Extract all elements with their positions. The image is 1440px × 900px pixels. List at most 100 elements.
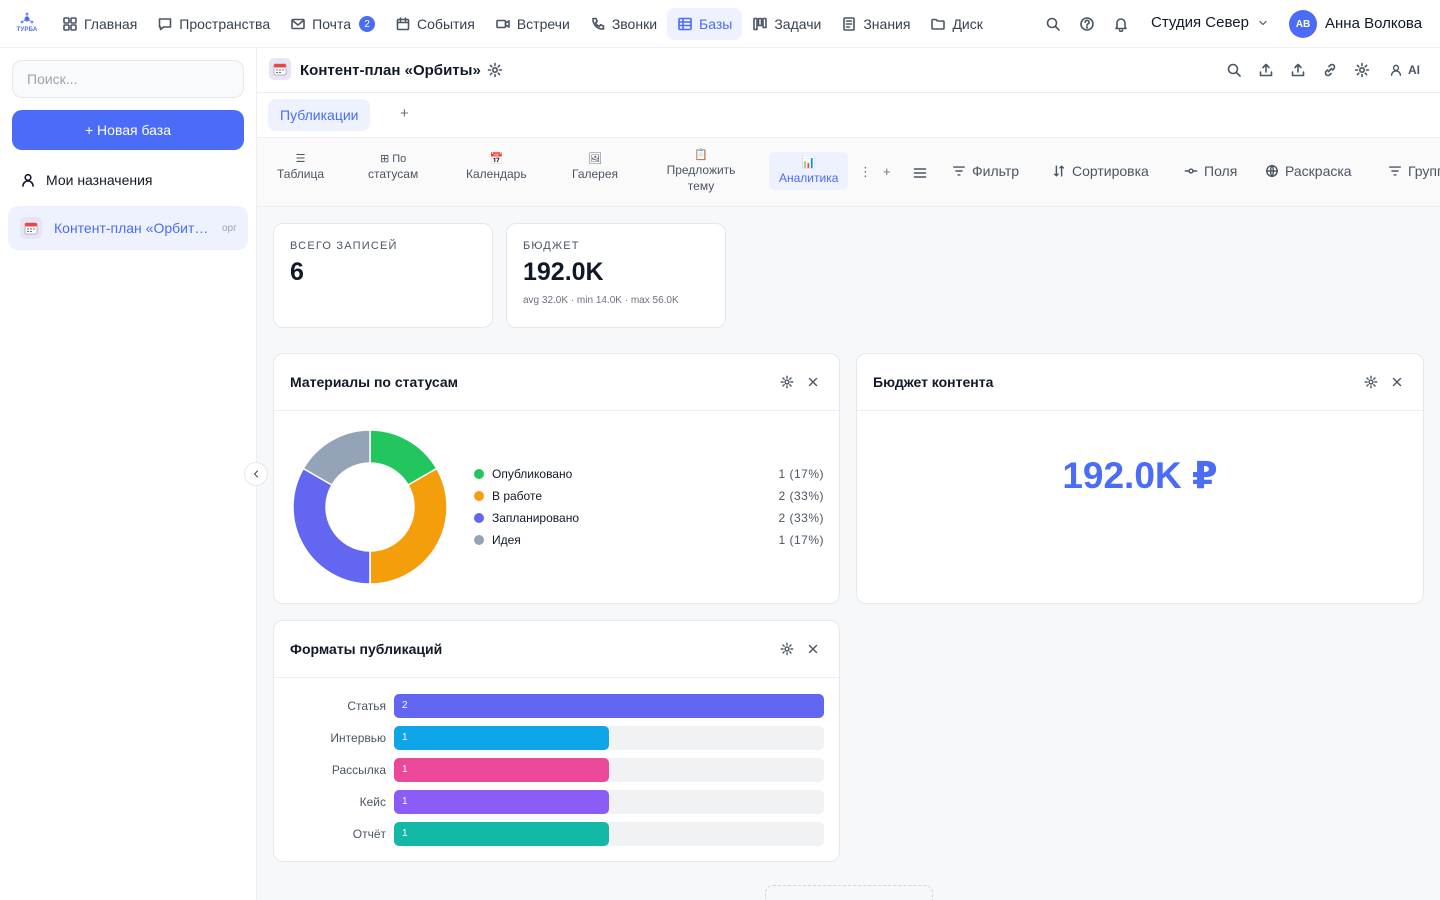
more-views-button[interactable]: ⋮ [859, 164, 872, 180]
new-base-button[interactable]: + Новая база [12, 110, 244, 150]
gear-icon[interactable] [780, 375, 794, 389]
bar-value-label: 1 [402, 828, 408, 839]
gear-icon[interactable] [487, 62, 503, 78]
view-gallery[interactable]: 🖼 Галерея [572, 152, 618, 182]
add-view-button[interactable]: + [883, 164, 891, 179]
page-title: Контент-план «Орбиты» [300, 62, 481, 79]
legend-item: Запланировано 2 (33%) [474, 507, 824, 529]
gear-icon[interactable] [780, 642, 794, 656]
help-icon[interactable] [1079, 16, 1095, 32]
coloring-button[interactable]: Раскраска [1265, 163, 1352, 179]
view-glyph: ☰ [295, 153, 306, 165]
view-glyph: 🖼 [588, 153, 602, 165]
nav-item-label: Встречи [516, 16, 570, 32]
donut-slice[interactable] [369, 467, 448, 585]
top-navigation: ТУРБА Главная Пространства Почта 2 Событ… [0, 0, 1440, 48]
gear-icon[interactable] [1364, 375, 1378, 389]
close-icon[interactable] [806, 375, 820, 389]
logo-text: ТУРБА [16, 27, 38, 33]
filter-button[interactable]: Фильтр [952, 163, 1019, 179]
nav-item-label: События [417, 16, 475, 32]
legend-item: Опубликовано 1 (17%) [474, 463, 824, 485]
legend-value: 1 (17%) [778, 467, 824, 481]
nav-item-disk[interactable]: Диск [920, 8, 992, 40]
menu-icon[interactable] [912, 165, 928, 181]
bar[interactable]: 2 [394, 694, 824, 718]
tab-publications[interactable]: Публикации [268, 99, 371, 131]
view-label: Галерея [572, 167, 619, 181]
settings-icon[interactable] [1354, 62, 1370, 78]
bar-track: 1 [394, 822, 824, 846]
phone-icon [592, 17, 605, 30]
legend-value: 2 (33%) [778, 511, 824, 525]
mail-icon [291, 18, 305, 30]
bar-category-label: Рассылка [331, 763, 386, 777]
export-icon[interactable] [1290, 62, 1306, 78]
workspace-switcher[interactable]: Студия Север [1151, 14, 1269, 31]
my-assignments-link[interactable]: Мои назначения [20, 172, 153, 188]
import-icon[interactable] [1258, 62, 1274, 78]
bar-row: Рассылка 1 [290, 758, 824, 782]
legend-dot [474, 469, 484, 479]
search-icon[interactable] [1226, 62, 1242, 78]
view-label: Аналитика [779, 171, 839, 185]
close-icon[interactable] [1390, 375, 1404, 389]
base-calendar-icon [269, 58, 291, 80]
video-icon [496, 19, 510, 29]
app-logo[interactable]: ТУРБА [16, 12, 38, 36]
nav-item-knowledge[interactable]: Знания [831, 8, 920, 40]
view-suggest-topic[interactable]: 📋 Предложить тему [661, 148, 741, 194]
sidebar-search-input[interactable] [12, 60, 244, 98]
link-icon[interactable] [1322, 62, 1338, 78]
sidebar-collapse-button[interactable] [244, 462, 268, 486]
sort-icon [1053, 165, 1065, 177]
widget-title: Материалы по статусам [290, 374, 459, 390]
table-icon [678, 17, 692, 31]
nav-item-events[interactable]: События [385, 8, 485, 40]
logo-icon [20, 12, 34, 24]
nav-item-mail[interactable]: Почта 2 [280, 8, 385, 40]
view-calendar[interactable]: 📅 Календарь [466, 152, 527, 182]
nav-item-calls[interactable]: Звонки [580, 8, 667, 40]
stat-label: ВСЕГО ЗАПИСЕЙ [290, 240, 398, 252]
user-icon [1390, 64, 1402, 76]
search-icon[interactable] [1045, 16, 1061, 32]
nav-items: Главная Пространства Почта 2 События Вст… [52, 8, 993, 40]
bar[interactable]: 1 [394, 790, 609, 814]
bar-row: Статья 2 [290, 694, 824, 718]
nav-item-label: Главная [84, 16, 138, 32]
user-name[interactable]: Анна Волкова [1325, 15, 1422, 32]
bar[interactable]: 1 [394, 726, 609, 750]
budget-total-value: 192.0K ₽ [1062, 455, 1218, 496]
sort-button[interactable]: Сортировка [1052, 163, 1149, 179]
nav-item-home[interactable]: Главная [52, 8, 147, 40]
donut-slice[interactable] [292, 467, 371, 585]
nav-item-bases[interactable]: Базы [667, 8, 743, 40]
avatar[interactable]: АВ [1289, 10, 1317, 38]
workspace-name: Студия Север [1151, 14, 1249, 31]
add-tab-button[interactable]: + [400, 105, 409, 122]
view-label: Таблица [277, 167, 325, 181]
view-table[interactable]: ☰ Таблица [277, 152, 324, 182]
nav-item-label: Звонки [611, 16, 658, 32]
legend-dot [474, 491, 484, 501]
group-button[interactable]: Группировка [1388, 163, 1440, 179]
nav-item-tasks[interactable]: Задачи [742, 8, 831, 40]
close-icon[interactable] [806, 642, 820, 656]
add-widget-placeholder[interactable] [765, 885, 933, 900]
bar-row: Кейс 1 [290, 790, 824, 814]
view-by-status[interactable]: ⊞ По статусам [368, 152, 418, 182]
sidebar-item-content-plan[interactable]: Контент-план «Орбиты» орг [8, 206, 248, 250]
chevron-down-icon [1259, 20, 1267, 25]
bell-icon[interactable] [1113, 16, 1129, 32]
bar[interactable]: 1 [394, 758, 609, 782]
nav-item-meetings[interactable]: Встречи [485, 8, 580, 40]
ai-button[interactable]: AI [1408, 63, 1420, 77]
fields-button[interactable]: Поля [1184, 163, 1237, 179]
nav-item-spaces[interactable]: Пространства [147, 8, 280, 40]
base-calendar-icon [20, 217, 42, 239]
view-analytics[interactable]: 📊 Аналитика [769, 152, 849, 190]
bar[interactable]: 1 [394, 822, 609, 846]
filter-label: Фильтр [972, 163, 1020, 179]
bar-category-label: Кейс [359, 795, 386, 809]
